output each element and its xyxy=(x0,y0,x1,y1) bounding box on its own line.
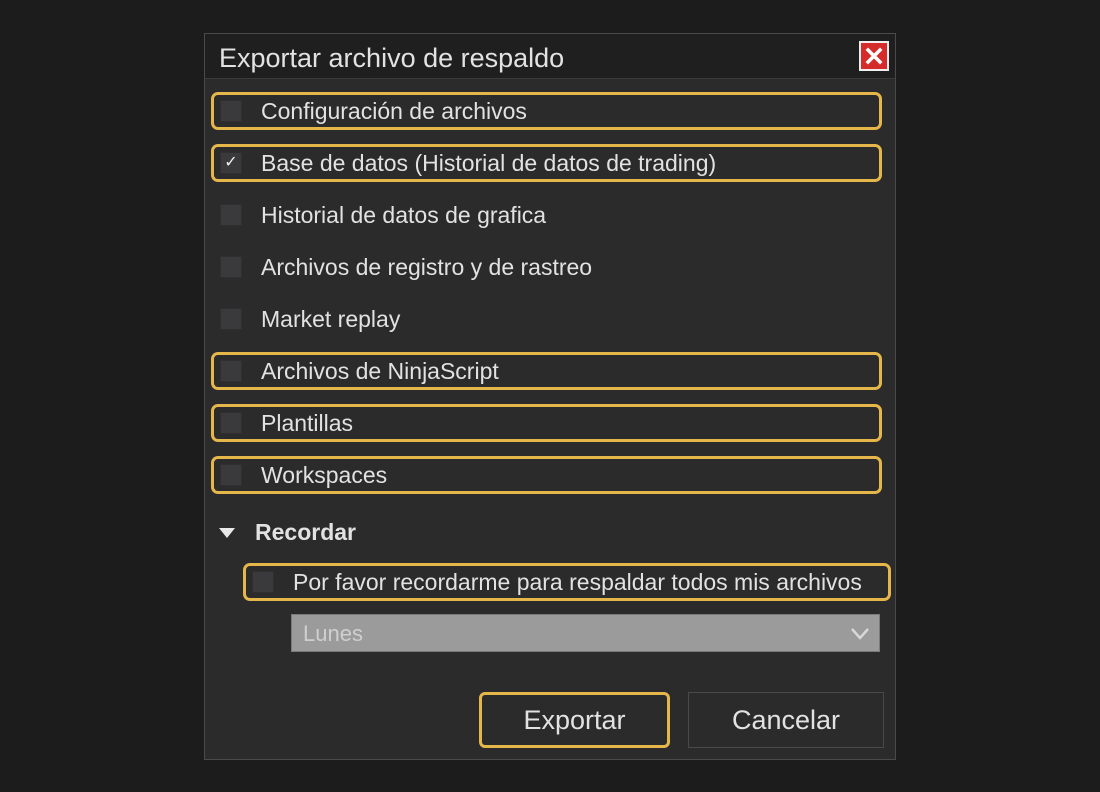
checkbox[interactable] xyxy=(220,256,242,278)
dialog-titlebar: Exportar archivo de respaldo xyxy=(205,34,895,79)
cancel-button[interactable]: Cancelar xyxy=(688,692,884,748)
option-workspaces[interactable]: Workspaces xyxy=(211,456,882,494)
option-label: Base de datos (Historial de datos de tra… xyxy=(261,150,717,176)
checkbox-checked[interactable]: ✓ xyxy=(220,152,242,174)
option-label: Market replay xyxy=(261,306,401,332)
close-icon xyxy=(865,47,883,65)
option-label: Archivos de registro y de rastreo xyxy=(261,254,593,280)
remember-me-option[interactable]: Por favor recordarme para respaldar todo… xyxy=(243,563,891,601)
checkbox[interactable] xyxy=(220,464,242,486)
option-label: Plantillas xyxy=(261,410,354,436)
export-button[interactable]: Exportar xyxy=(479,692,670,748)
checkbox[interactable] xyxy=(220,204,242,226)
option-market-replay[interactable]: Market replay xyxy=(211,300,882,338)
option-file-settings[interactable]: Configuración de archivos xyxy=(211,92,882,130)
day-select[interactable]: Lunes xyxy=(291,614,880,652)
checkbox[interactable] xyxy=(252,571,274,593)
option-database[interactable]: ✓ Base de datos (Historial de datos de t… xyxy=(211,144,882,182)
option-label: Configuración de archivos xyxy=(261,98,527,124)
option-chart-history[interactable]: Historial de datos de grafica xyxy=(211,196,882,234)
checkbox[interactable] xyxy=(220,100,242,122)
option-label: Historial de datos de grafica xyxy=(261,202,547,228)
day-select-value: Lunes xyxy=(303,621,363,646)
option-templates[interactable]: Plantillas xyxy=(211,404,882,442)
option-ninjascript-files[interactable]: Archivos de NinjaScript xyxy=(211,352,882,390)
remember-me-label: Por favor recordarme para respaldar todo… xyxy=(293,569,862,595)
option-label: Archivos de NinjaScript xyxy=(261,358,499,384)
chevron-down-icon xyxy=(851,628,869,640)
dialog-title: Exportar archivo de respaldo xyxy=(219,43,565,73)
option-log-trace-files[interactable]: Archivos de registro y de rastreo xyxy=(211,248,882,286)
checkbox[interactable] xyxy=(220,308,242,330)
option-label: Workspaces xyxy=(261,462,388,488)
close-button[interactable] xyxy=(859,41,889,71)
checkbox[interactable] xyxy=(220,412,242,434)
export-backup-dialog: Exportar archivo de respaldo Configuraci… xyxy=(204,33,896,760)
triangle-down-icon xyxy=(219,528,235,538)
checkbox[interactable] xyxy=(220,360,242,382)
remember-section-label: Recordar xyxy=(255,519,356,545)
